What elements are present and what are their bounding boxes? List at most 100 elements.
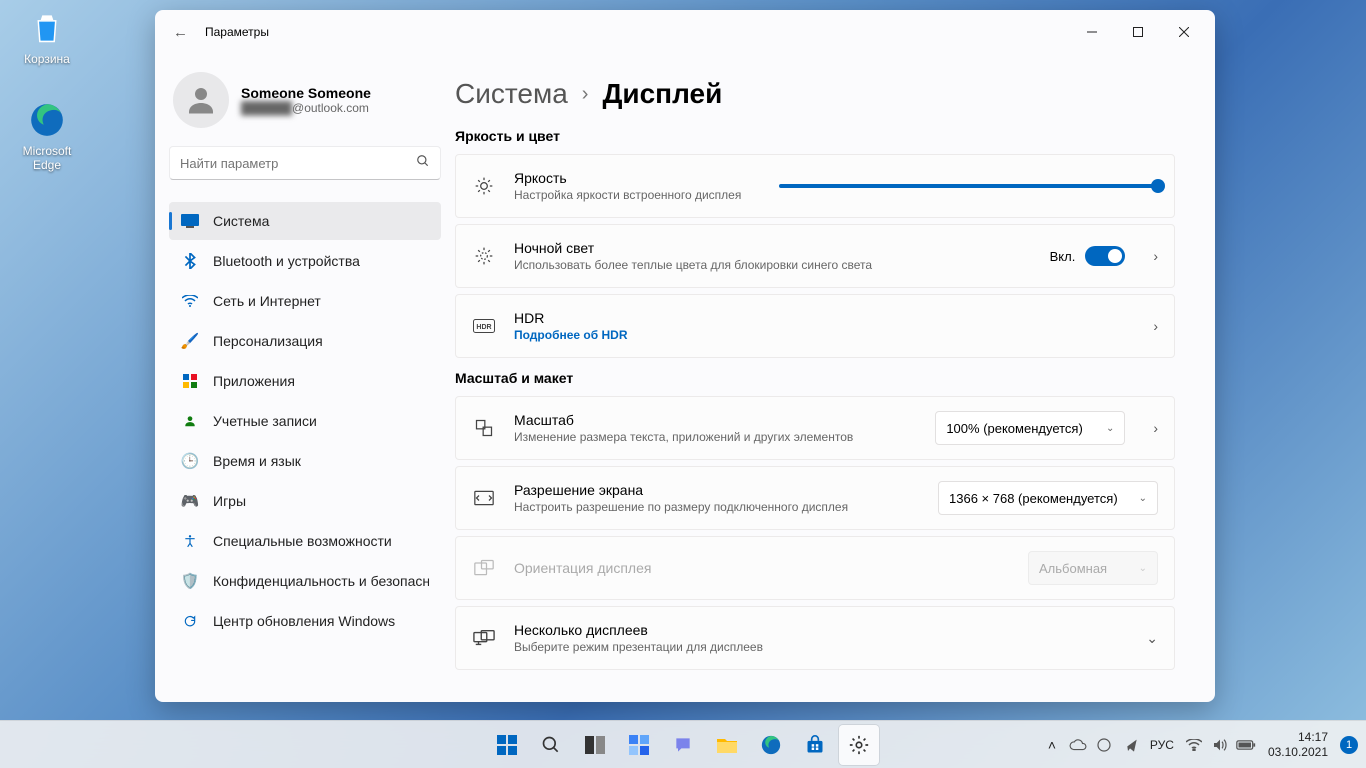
tray-language[interactable]: РУС [1146, 735, 1178, 755]
user-email: ██████@outlook.com [241, 101, 371, 115]
sidebar-item-network[interactable]: Сеть и Интернет [169, 282, 441, 320]
chevron-down-icon[interactable]: ⌄ [1136, 630, 1158, 647]
page-title: Дисплей [602, 78, 722, 110]
sidebar-item-bluetooth[interactable]: Bluetooth и устройства [169, 242, 441, 280]
search-input[interactable] [180, 156, 416, 171]
taskbar-chat[interactable] [663, 725, 703, 765]
minimize-button[interactable] [1069, 16, 1115, 48]
maximize-button[interactable] [1115, 16, 1161, 48]
option-brightness: Яркость Настройка яркости встроенного ди… [455, 154, 1175, 218]
option-subtitle: Настройка яркости встроенного дисплея [514, 188, 741, 202]
sidebar-item-gaming[interactable]: 🎮 Игры [169, 482, 441, 520]
sidebar-item-label: Персонализация [213, 333, 323, 349]
option-multiple-displays[interactable]: Несколько дисплеев Выберите режим презен… [455, 606, 1175, 670]
tray-volume-icon[interactable] [1210, 735, 1230, 755]
tray-wifi-icon[interactable] [1184, 735, 1204, 755]
sidebar-item-label: Сеть и Интернет [213, 293, 321, 309]
night-light-toggle[interactable] [1085, 246, 1125, 266]
user-name: Someone Someone [241, 85, 371, 101]
chevron-right-icon[interactable]: › [1143, 318, 1158, 334]
apps-icon [181, 374, 199, 388]
chevron-right-icon[interactable]: › [1143, 420, 1158, 436]
taskbar-store[interactable] [795, 725, 835, 765]
globe-icon: 🕒 [181, 452, 199, 470]
desktop-icon-label: Microsoft Edge [10, 144, 84, 172]
orientation-icon [472, 559, 496, 577]
resolution-dropdown[interactable]: 1366 × 768 (рекомендуется) ⌄ [938, 481, 1158, 515]
brush-icon: 🖌️ [181, 332, 199, 350]
start-button[interactable] [487, 725, 527, 765]
tray-notifications-badge[interactable]: 1 [1340, 736, 1358, 754]
breadcrumb-parent[interactable]: Система [455, 78, 568, 110]
close-button[interactable] [1161, 16, 1207, 48]
taskbar-explorer[interactable] [707, 725, 747, 765]
scale-dropdown[interactable]: 100% (рекомендуется) ⌄ [935, 411, 1125, 445]
recycle-bin-icon [27, 8, 67, 48]
person-icon [181, 414, 199, 428]
tray-onedrive-icon[interactable] [1068, 735, 1088, 755]
sidebar-item-label: Центр обновления Windows [213, 613, 395, 629]
chevron-down-icon: ⌄ [1139, 493, 1147, 504]
option-orientation: Ориентация дисплея Альбомная ⌄ [455, 536, 1175, 600]
tray-clock[interactable]: 14:17 03.10.2021 [1262, 730, 1334, 759]
taskbar-taskview[interactable] [575, 725, 615, 765]
sidebar-item-accessibility[interactable]: Специальные возможности [169, 522, 441, 560]
desktop-icon-recycle-bin[interactable]: Корзина [10, 8, 84, 66]
chevron-down-icon: ⌄ [1106, 423, 1114, 434]
sidebar-item-system[interactable]: Система [169, 202, 441, 240]
sidebar-item-time-language[interactable]: 🕒 Время и язык [169, 442, 441, 480]
sidebar-item-label: Bluetooth и устройства [213, 253, 360, 269]
sidebar-item-apps[interactable]: Приложения [169, 362, 441, 400]
night-light-icon [472, 246, 496, 266]
multiple-displays-icon [472, 629, 496, 647]
sidebar-item-label: Специальные возможности [213, 533, 392, 549]
svg-text:HDR: HDR [476, 324, 491, 331]
sidebar-item-windows-update[interactable]: Центр обновления Windows [169, 602, 441, 640]
brightness-slider[interactable] [779, 184, 1158, 188]
sidebar-item-privacy[interactable]: 🛡️ Конфиденциальность и безопасность [169, 562, 441, 600]
option-night-light[interactable]: Ночной свет Использовать более теплые цв… [455, 224, 1175, 288]
option-title: HDR [514, 310, 628, 326]
option-resolution: Разрешение экрана Настроить разрешение п… [455, 466, 1175, 530]
option-title: Несколько дисплеев [514, 622, 763, 638]
chevron-right-icon[interactable]: › [1143, 248, 1158, 264]
content-area: Система › Дисплей Яркость и цвет Яркость… [455, 54, 1215, 702]
search-box[interactable] [169, 146, 441, 180]
tray-chevron-up-icon[interactable]: ˄ [1042, 735, 1062, 755]
wifi-icon [181, 295, 199, 307]
option-subtitle: Настроить разрешение по размеру подключе… [514, 500, 848, 514]
taskbar: ˄ РУС 14:17 03.10.2021 1 [0, 720, 1366, 768]
sidebar-item-label: Учетные записи [213, 413, 317, 429]
option-title: Ориентация дисплея [514, 560, 651, 576]
scale-icon [472, 418, 496, 438]
sidebar-item-accounts[interactable]: Учетные записи [169, 402, 441, 440]
option-hdr[interactable]: HDR HDR Подробнее об HDR › [455, 294, 1175, 358]
display-icon [181, 214, 199, 228]
option-title: Ночной свет [514, 240, 872, 256]
desktop-icon-edge[interactable]: Microsoft Edge [10, 100, 84, 172]
accessibility-icon [181, 534, 199, 548]
orientation-dropdown: Альбомная ⌄ [1028, 551, 1158, 585]
sidebar-item-label: Конфиденциальность и безопасность [213, 573, 429, 589]
shield-icon: 🛡️ [181, 572, 199, 590]
edge-icon [27, 100, 67, 140]
option-title: Масштаб [514, 412, 853, 428]
taskbar-edge[interactable] [751, 725, 791, 765]
tray-battery-icon[interactable] [1236, 735, 1256, 755]
bluetooth-icon [181, 253, 199, 269]
user-account-block[interactable]: Someone Someone ██████@outlook.com [169, 64, 441, 146]
option-scale[interactable]: Масштаб Изменение размера текста, прилож… [455, 396, 1175, 460]
tray-telegram-icon[interactable] [1120, 735, 1140, 755]
back-button[interactable]: ← [173, 24, 197, 41]
taskbar-settings[interactable] [839, 725, 879, 765]
taskbar-widgets[interactable] [619, 725, 659, 765]
tray-meet-icon[interactable] [1094, 735, 1114, 755]
option-title: Яркость [514, 170, 741, 186]
taskbar-search[interactable] [531, 725, 571, 765]
hdr-link[interactable]: Подробнее об HDR [514, 328, 628, 342]
section-scale-layout: Масштаб и макет [455, 370, 1175, 386]
sidebar-item-label: Приложения [213, 373, 295, 389]
titlebar: ← Параметры [155, 10, 1215, 54]
sidebar-item-personalization[interactable]: 🖌️ Персонализация [169, 322, 441, 360]
sidebar: Someone Someone ██████@outlook.com Систе… [155, 54, 455, 702]
